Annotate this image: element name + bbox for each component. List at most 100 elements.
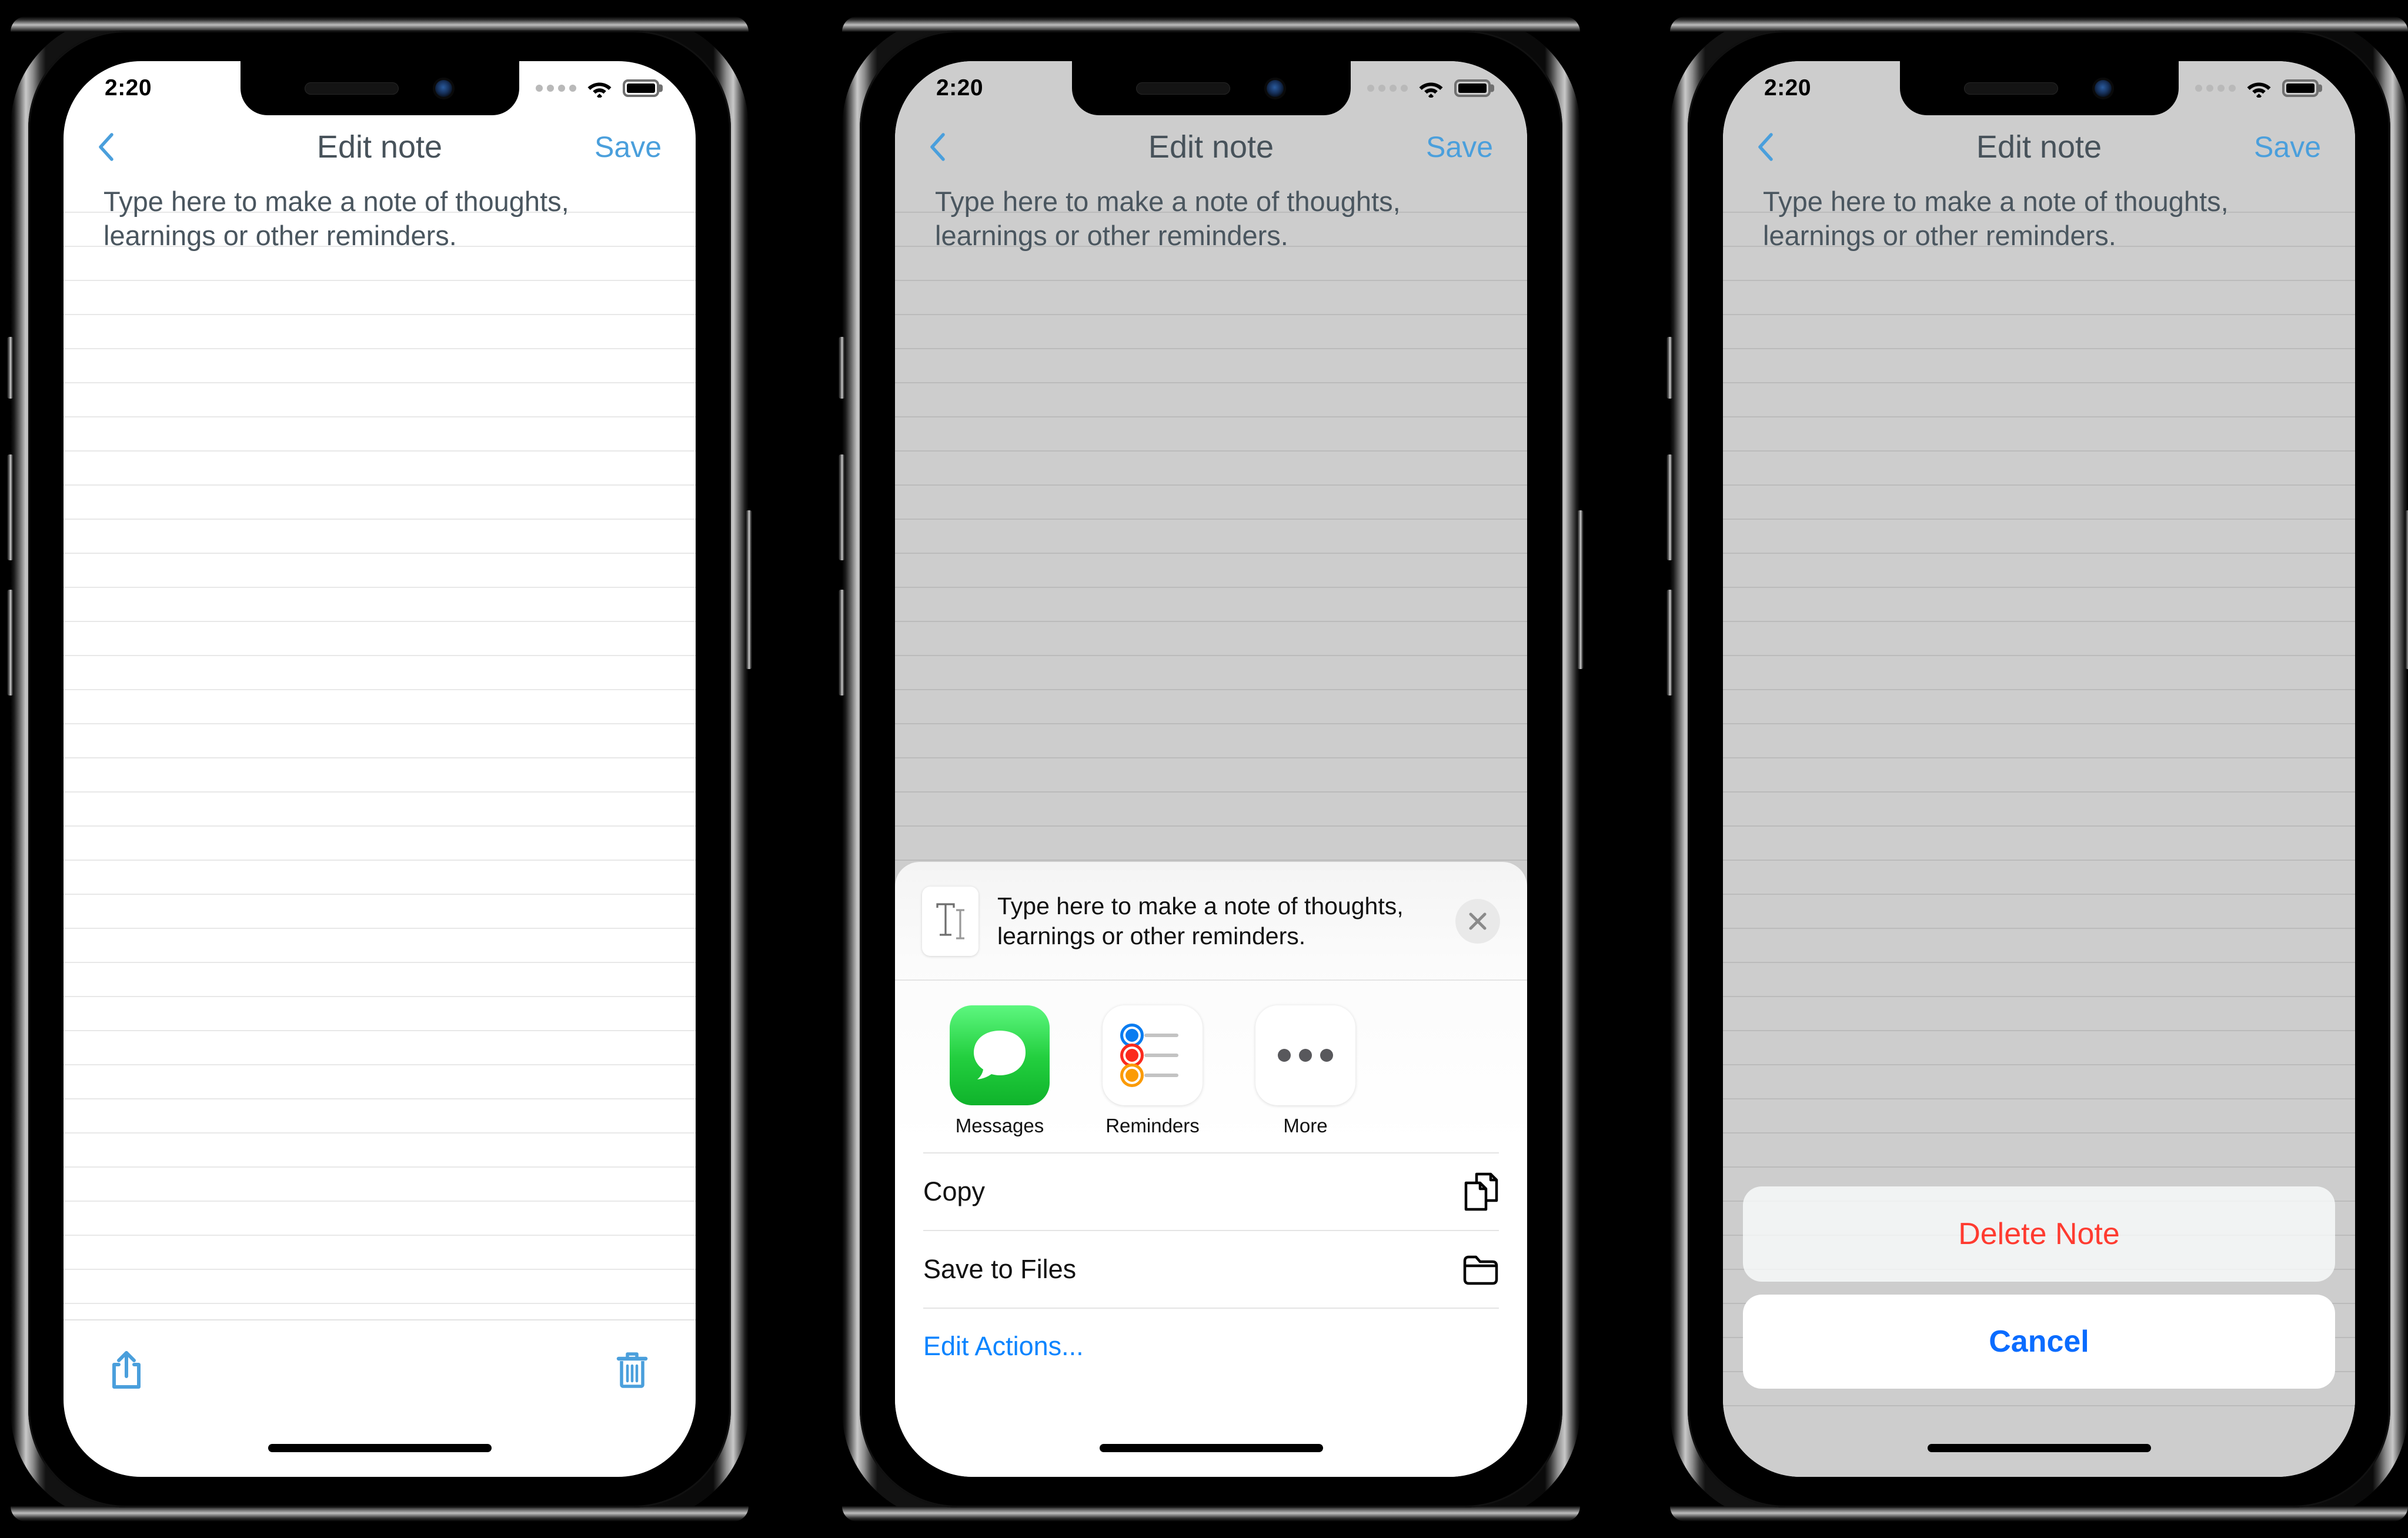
home-indicator-area (64, 1419, 696, 1477)
ios-screen-content-1: 2:20 Edit note Save Type here to make a … (64, 61, 696, 1477)
phone-bezel: 2:20 Edit note Save Type here to make a … (28, 31, 731, 1507)
phone-2: 2:20 Edit note Save Type here to make a … (839, 16, 1584, 1522)
trash-icon[interactable] (616, 1352, 649, 1388)
copy-pages-icon (1464, 1172, 1498, 1211)
note-text[interactable]: Type here to make a note of thoughts, le… (64, 179, 696, 253)
sheet-spacer (895, 1384, 1527, 1419)
ios-screen-content-3: 2:20 Edit note Save Type here to make a … (1723, 61, 2355, 1477)
share-app-more[interactable]: More (1229, 1005, 1382, 1137)
back-button[interactable] (929, 133, 970, 161)
navigation-bar: Edit note Save (1723, 115, 2355, 179)
action-save-to-files[interactable]: Save to Files (923, 1230, 1499, 1308)
home-indicator-area (1723, 1419, 2355, 1477)
share-app-reminders[interactable]: Reminders (1076, 1005, 1229, 1137)
phone-screen-2: 2:20 Edit note Save Type here to make a … (895, 61, 1527, 1477)
action-label: Copy (923, 1176, 986, 1206)
share-preview-line-1: Type here to make a note of thoughts, (997, 892, 1404, 920)
earpiece-speaker-icon (1136, 82, 1230, 95)
share-sheet-header: Type here to make a note of thoughts, le… (895, 862, 1527, 981)
note-line-1: Type here to make a note of thoughts, (1763, 186, 2229, 217)
share-app-label: More (1283, 1115, 1328, 1136)
chevron-left-icon (99, 133, 113, 161)
home-indicator-area (895, 1419, 1527, 1477)
back-button[interactable] (1757, 133, 1798, 161)
power-button[interactable] (1577, 510, 1584, 669)
share-app-messages[interactable]: Messages (923, 1005, 1076, 1137)
save-button[interactable]: Save (1426, 130, 1493, 164)
power-button[interactable] (746, 510, 752, 669)
note-line-2: learnings or other reminders. (103, 220, 457, 251)
silent-switch[interactable] (839, 337, 845, 399)
volume-up-button[interactable] (7, 454, 14, 560)
navigation-bar: Edit note Save (64, 115, 696, 179)
share-preview-text: Type here to make a note of thoughts, le… (997, 891, 1437, 951)
silent-switch[interactable] (1666, 337, 1673, 399)
share-sheet: Type here to make a note of thoughts, le… (895, 862, 1527, 1477)
phone-screen-1: 2:20 Edit note Save Type here to make a … (64, 61, 696, 1477)
chevron-left-icon (1758, 133, 1773, 161)
save-button[interactable]: Save (595, 130, 662, 164)
battery-icon (2282, 79, 2319, 97)
notch (1071, 61, 1351, 115)
earpiece-speaker-icon (1964, 82, 2058, 95)
wifi-icon (2247, 82, 2271, 98)
share-actions-list: Copy Save to Files Edit Actions... (895, 1152, 1527, 1384)
front-camera-icon (2092, 77, 2114, 99)
back-button[interactable] (98, 133, 139, 161)
phone-screen-3: 2:20 Edit note Save Type here to make a … (1723, 61, 2355, 1477)
front-camera-icon (433, 77, 455, 99)
volume-up-button[interactable] (1666, 454, 1673, 560)
phone-1: 2:20 Edit note Save Type here to make a … (7, 16, 752, 1522)
status-time: 2:20 (105, 75, 152, 101)
action-label: Save to Files (923, 1254, 1077, 1284)
delete-note-button[interactable]: Delete Note (1743, 1186, 2335, 1282)
notch (240, 61, 519, 115)
wifi-icon (1419, 82, 1443, 98)
home-indicator[interactable] (1927, 1444, 2151, 1452)
note-text: Type here to make a note of thoughts, le… (1723, 179, 2355, 253)
share-app-label: Messages (955, 1115, 1044, 1136)
note-text: Type here to make a note of thoughts, le… (895, 179, 1527, 253)
phone-3: 2:20 Edit note Save Type here to make a … (1666, 16, 2408, 1522)
action-copy[interactable]: Copy (923, 1152, 1499, 1230)
home-indicator[interactable] (1099, 1444, 1323, 1452)
close-button[interactable] (1455, 899, 1500, 944)
bottom-toolbar (64, 1319, 696, 1419)
front-camera-icon (1264, 77, 1286, 99)
signal-dots-icon (1367, 85, 1408, 92)
status-time: 2:20 (936, 75, 984, 101)
silent-switch[interactable] (7, 337, 14, 399)
earpiece-speaker-icon (305, 82, 399, 95)
volume-down-button[interactable] (839, 590, 845, 696)
save-button[interactable]: Save (2254, 130, 2321, 164)
edit-actions-button[interactable]: Edit Actions... (923, 1308, 1499, 1384)
note-line-2: learnings or other reminders. (935, 220, 1288, 251)
note-paper[interactable]: Type here to make a note of thoughts, le… (64, 179, 696, 1319)
signal-dots-icon (536, 85, 576, 92)
volume-down-button[interactable] (1666, 590, 1673, 696)
text-document-icon (922, 887, 978, 956)
messages-icon (950, 1005, 1050, 1105)
note-line-1: Type here to make a note of thoughts, (935, 186, 1401, 217)
screenshot-stage: 2:20 Edit note Save Type here to make a … (0, 0, 2408, 1538)
share-icon[interactable] (111, 1350, 142, 1389)
more-dots-icon (1255, 1005, 1355, 1105)
note-line-1: Type here to make a note of thoughts, (103, 186, 569, 217)
cancel-button[interactable]: Cancel (1743, 1295, 2335, 1389)
reminders-icon (1103, 1005, 1203, 1105)
volume-down-button[interactable] (7, 590, 14, 696)
home-indicator[interactable] (268, 1444, 492, 1452)
status-time: 2:20 (1764, 75, 1812, 101)
battery-icon (623, 79, 659, 97)
status-right-cluster (1367, 79, 1491, 98)
share-preview-line-2: learnings or other reminders. (997, 922, 1306, 949)
share-apps-row: Messages Reminders More (895, 981, 1527, 1152)
rule-lines (64, 179, 696, 1319)
notch (1899, 61, 2179, 115)
volume-up-button[interactable] (839, 454, 845, 560)
share-app-label: Reminders (1106, 1115, 1200, 1136)
close-x-icon (1469, 912, 1487, 930)
phone-bezel: 2:20 Edit note Save Type here to make a … (860, 31, 1562, 1507)
status-right-cluster (2195, 79, 2319, 98)
power-button[interactable] (2405, 510, 2408, 669)
